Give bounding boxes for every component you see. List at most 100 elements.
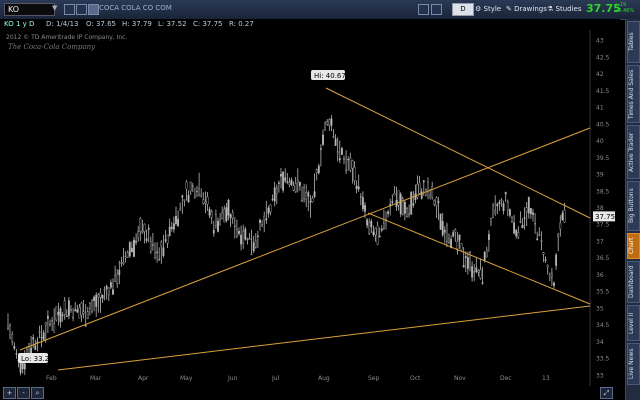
- candle-body: [187, 194, 190, 203]
- candle-body: [341, 148, 343, 155]
- candle-body: [496, 203, 499, 207]
- price-chart[interactable]: 2012 © TD Ameritrade IP Company, Inc. Th…: [0, 30, 620, 386]
- color-icon[interactable]: [88, 4, 99, 15]
- quote-range: R: 0.27: [229, 20, 254, 28]
- print-icon[interactable]: [431, 4, 442, 15]
- candle-body: [244, 228, 247, 240]
- tab-level-ii[interactable]: Level II: [627, 305, 640, 341]
- grid-icon[interactable]: [76, 4, 87, 15]
- candle-body: [347, 158, 350, 161]
- candle-body: [40, 337, 43, 339]
- aggregation-select[interactable]: D: [452, 3, 474, 16]
- candle-body: [135, 240, 137, 243]
- candle-body: [105, 286, 108, 289]
- candle-body: [439, 213, 442, 230]
- candle-body: [540, 240, 543, 242]
- candle-body: [80, 302, 83, 316]
- y-tick-7: 39.5: [596, 155, 610, 162]
- link-icon[interactable]: [64, 4, 75, 15]
- candle-body: [471, 266, 473, 278]
- candle-body: [391, 201, 394, 203]
- candle-body: [154, 252, 156, 258]
- candle-body: [263, 216, 266, 221]
- candle-body: [334, 138, 337, 146]
- tab-big-buttons[interactable]: Big Buttons: [627, 181, 640, 231]
- tab-active-trader[interactable]: Active Trader: [627, 125, 640, 179]
- zoom-out-button[interactable]: -: [17, 387, 30, 399]
- candle-body: [177, 218, 179, 227]
- candle-body: [303, 187, 305, 200]
- candle-body: [284, 177, 287, 182]
- candle-body: [353, 166, 356, 181]
- candle-body: [458, 234, 461, 241]
- candle-body: [414, 193, 417, 201]
- tab-dashboard[interactable]: Dashboard: [627, 261, 640, 303]
- candle-body: [240, 234, 242, 245]
- candle-body: [278, 182, 280, 184]
- studies-button[interactable]: ⚗ Studies: [547, 3, 581, 15]
- candle-body: [483, 251, 486, 261]
- candle-body: [475, 267, 478, 273]
- candle-body: [160, 241, 163, 247]
- candle-body: [72, 317, 75, 319]
- candle-body: [420, 191, 423, 199]
- expand-icon[interactable]: ⤢: [600, 387, 613, 399]
- candle-body: [315, 169, 318, 173]
- candle-body: [70, 308, 72, 311]
- candle-body: [252, 242, 255, 252]
- candle-body: [200, 194, 203, 197]
- candle-body: [555, 254, 558, 266]
- candle-body: [147, 227, 150, 230]
- candle-body: [133, 239, 135, 257]
- candle-body: [206, 196, 209, 205]
- x-tick-oct: Oct: [410, 375, 421, 382]
- candle-body: [221, 212, 224, 220]
- candle-body: [196, 190, 198, 193]
- change-pct: +0.46%: [614, 8, 635, 14]
- candle-body: [515, 230, 518, 237]
- tab-times-and-sales[interactable]: Times And Sales: [627, 65, 640, 123]
- candle-body: [404, 201, 406, 214]
- candle-body: [257, 235, 259, 238]
- tab-live-news[interactable]: Live News: [627, 343, 640, 385]
- candle-body: [7, 326, 9, 329]
- candle-body: [223, 208, 226, 223]
- candle-body: [248, 238, 251, 240]
- candle-body: [492, 204, 494, 218]
- candle-body: [59, 308, 62, 323]
- candle-body: [410, 191, 413, 215]
- candle-body: [477, 270, 480, 273]
- candle-body: [368, 221, 371, 234]
- candle-body: [307, 192, 310, 197]
- candle-body: [34, 345, 37, 350]
- style-button[interactable]: ⚙ Style: [475, 3, 501, 15]
- candle-body: [467, 257, 469, 269]
- candle-body: [166, 234, 169, 244]
- crosshair-icon[interactable]: [418, 4, 429, 15]
- candle-body: [156, 251, 158, 253]
- candle-body: [469, 251, 471, 253]
- candle-body: [473, 271, 476, 273]
- symbol-dropdown-icon[interactable]: ▼: [52, 4, 57, 12]
- zoom-in-button[interactable]: +: [3, 387, 16, 399]
- candle-body: [509, 209, 511, 216]
- tab-tables[interactable]: Tables: [627, 21, 640, 63]
- last-price-axis-label: 37.75: [595, 213, 615, 221]
- magnifier-icon[interactable]: ⌕: [31, 387, 44, 399]
- candle-body: [112, 289, 114, 295]
- tab-chart[interactable]: Chart: [627, 233, 640, 259]
- candle-body: [55, 306, 58, 321]
- symbol-input[interactable]: KO: [4, 3, 55, 16]
- candle-body: [372, 231, 375, 236]
- drawings-button[interactable]: ✎ Drawings: [506, 3, 547, 15]
- y-tick-3: 41.5: [596, 88, 610, 95]
- candle-body: [267, 207, 270, 214]
- candle-body: [370, 221, 373, 228]
- candle-body: [557, 234, 560, 238]
- candle-body: [429, 194, 431, 198]
- candle-body: [448, 238, 450, 243]
- candle-body: [387, 211, 389, 214]
- chart-period-label[interactable]: KO 1 y D: [4, 20, 34, 28]
- candle-body: [204, 201, 207, 204]
- candle-body: [210, 211, 213, 218]
